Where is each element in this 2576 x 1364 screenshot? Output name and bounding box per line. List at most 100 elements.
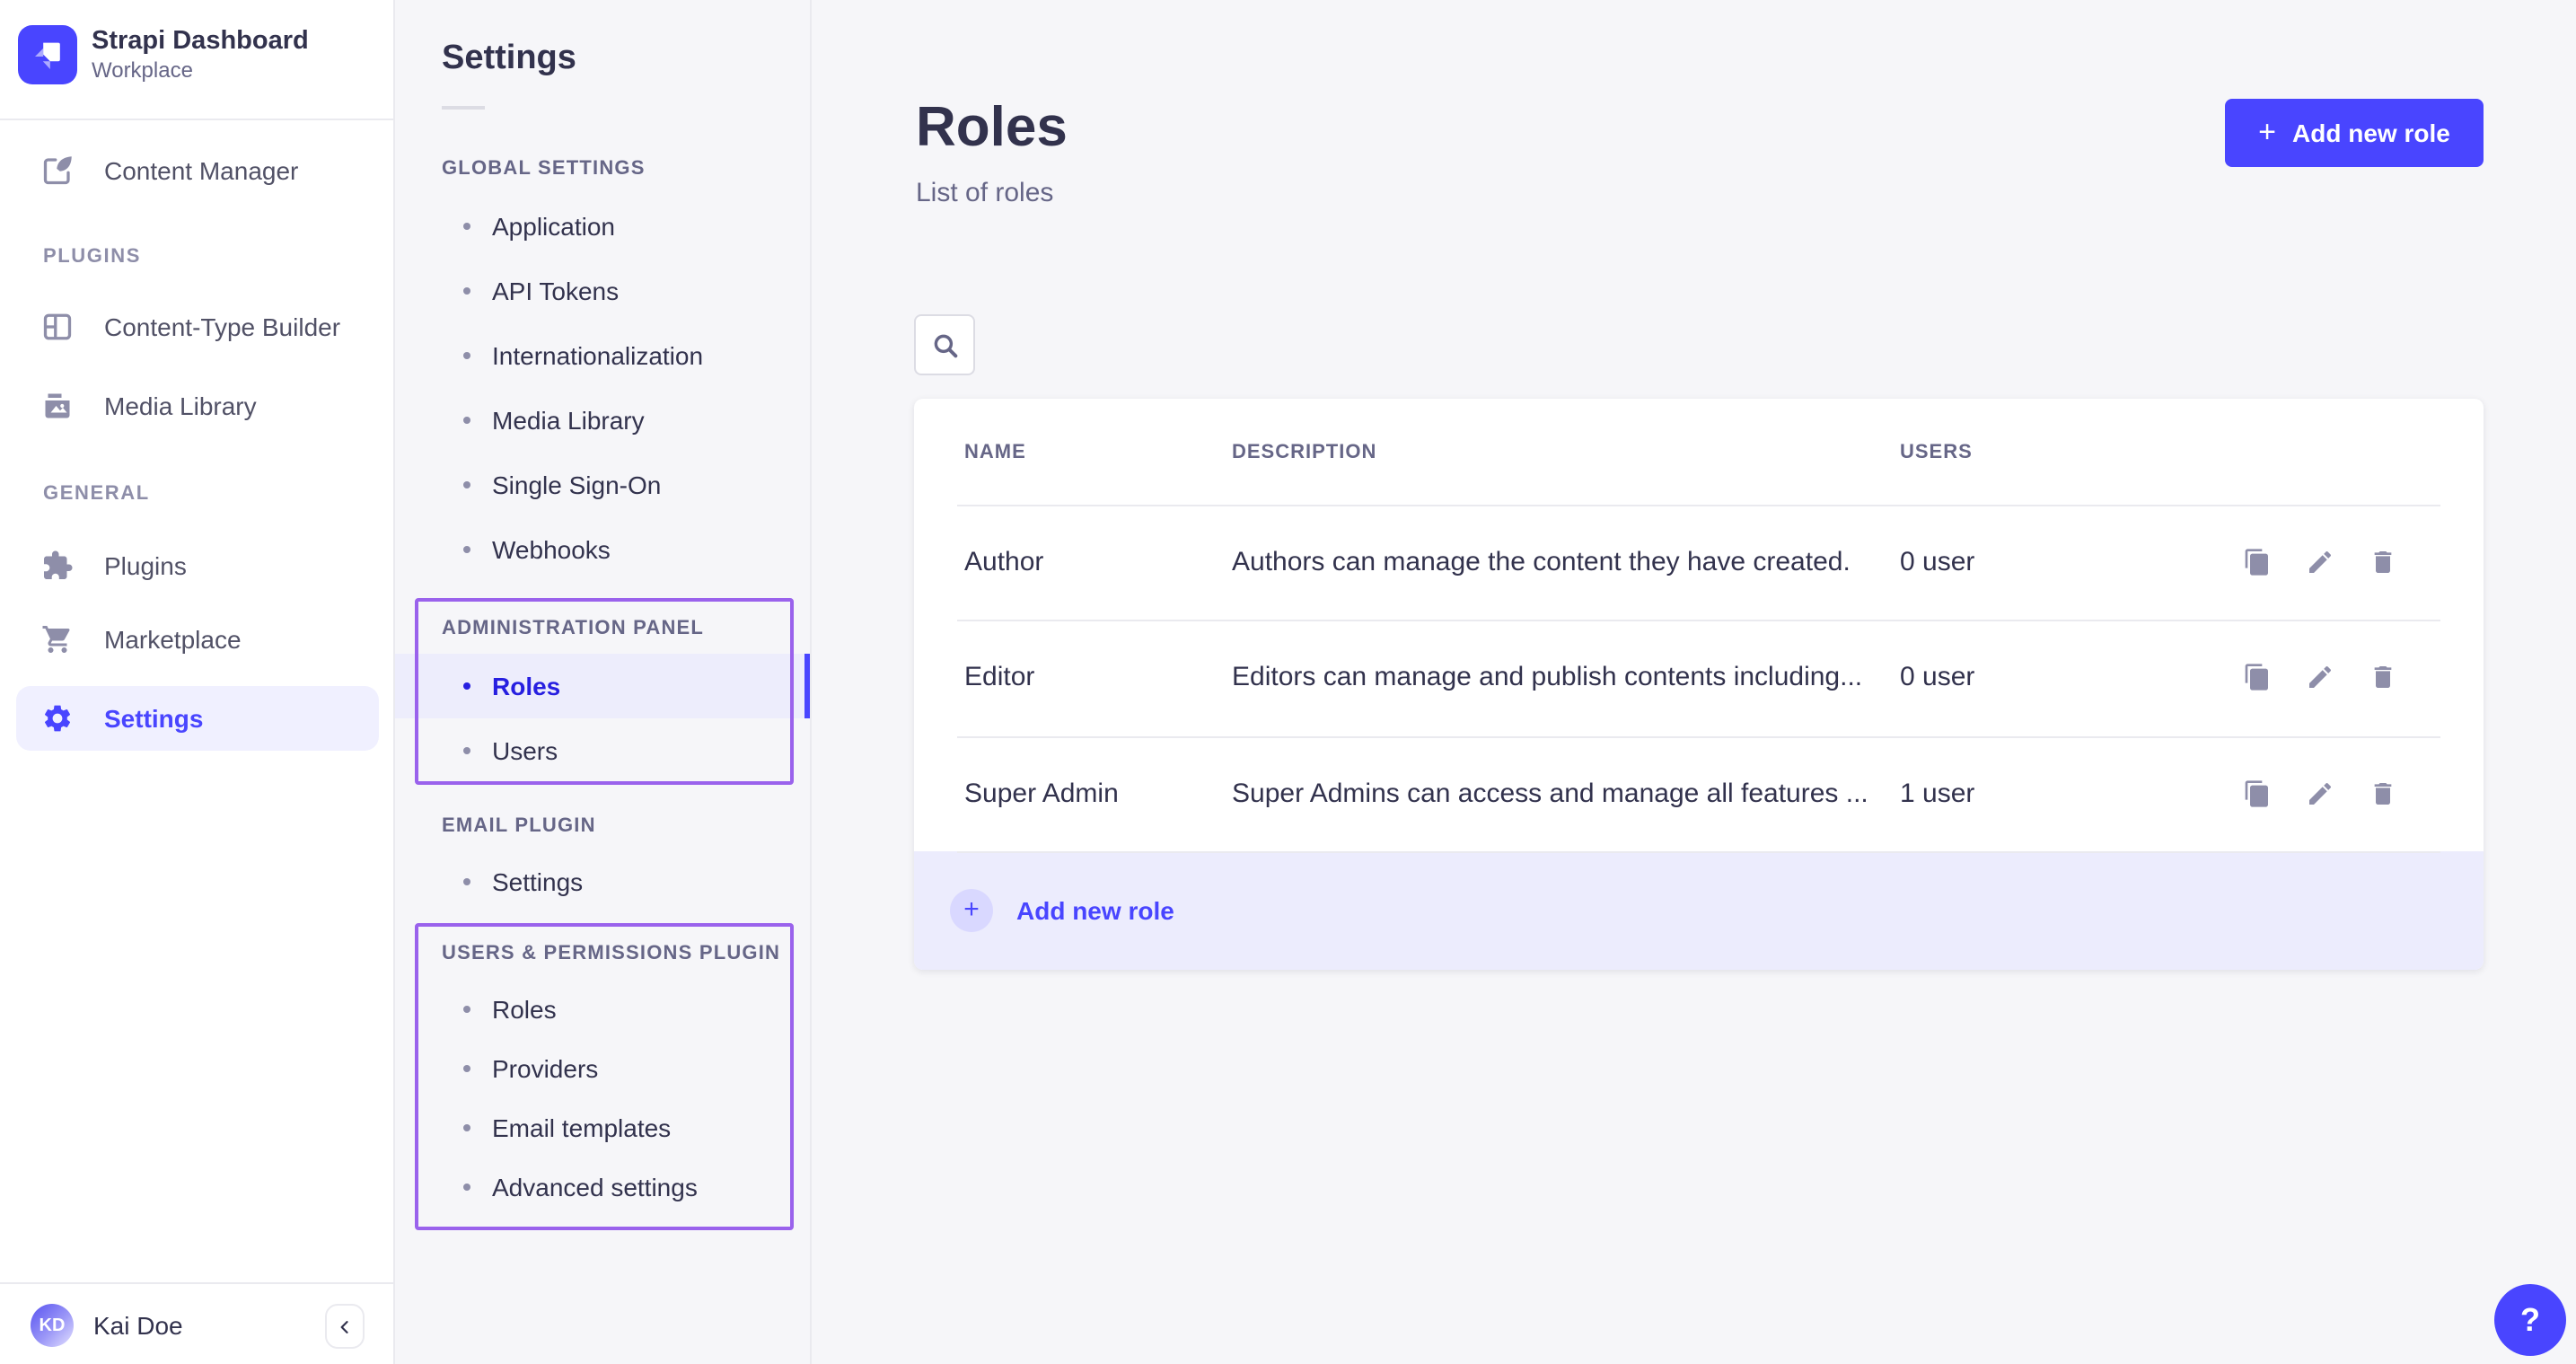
copy-icon bbox=[2243, 664, 2272, 692]
search-icon bbox=[929, 330, 960, 360]
gear-icon bbox=[41, 702, 74, 735]
role-users-count: 0 user bbox=[1900, 547, 1974, 577]
copy-icon bbox=[2243, 779, 2272, 807]
trash-icon bbox=[2369, 664, 2397, 692]
table-row[interactable]: Super Admin Super Admins can access and … bbox=[914, 735, 2484, 851]
collapse-sidebar-button[interactable] bbox=[325, 1304, 365, 1349]
bullet-icon bbox=[463, 546, 470, 553]
bullet-icon bbox=[463, 223, 470, 230]
sidebar-item-label: Media Library bbox=[104, 392, 257, 420]
strapi-logo-icon bbox=[18, 25, 77, 84]
row-actions bbox=[2243, 779, 2397, 807]
bullet-icon bbox=[463, 747, 470, 754]
subnav-item-single-sign-on[interactable]: Single Sign-On bbox=[395, 467, 808, 503]
plus-icon: + bbox=[2258, 114, 2276, 150]
sidebar-item-media-library[interactable]: Media Library bbox=[16, 374, 379, 438]
delete-role-button[interactable] bbox=[2369, 779, 2397, 807]
column-header-description: DESCRIPTION bbox=[1232, 442, 1376, 463]
subnav-item-media-library[interactable]: Media Library bbox=[395, 402, 808, 438]
subnav-group-administration-panel: ADMINISTRATION PANEL bbox=[442, 618, 704, 639]
copy-icon bbox=[2243, 548, 2272, 576]
subnav-item-api-tokens[interactable]: API Tokens bbox=[395, 273, 808, 309]
subnav-item-email-templates[interactable]: Email templates bbox=[395, 1110, 808, 1146]
content-manager-icon bbox=[41, 154, 74, 187]
subnav-item-webhooks[interactable]: Webhooks bbox=[395, 532, 808, 568]
sidebar-item-plugins[interactable]: Plugins bbox=[16, 533, 379, 598]
table-header: NAME DESCRIPTION USERS bbox=[914, 399, 2484, 505]
table-row[interactable]: Editor Editors can manage and publish co… bbox=[914, 620, 2484, 736]
role-description: Super Admins can access and manage all f… bbox=[1232, 778, 1868, 808]
sidebar-item-label: Plugins bbox=[104, 551, 187, 580]
help-button[interactable]: ? bbox=[2494, 1284, 2566, 1356]
pencil-icon bbox=[2306, 548, 2334, 576]
duplicate-role-button[interactable] bbox=[2243, 548, 2272, 576]
subnav-title-rule bbox=[442, 106, 485, 110]
role-description: Editors can manage and publish contents … bbox=[1232, 663, 1862, 693]
column-header-users: USERS bbox=[1900, 442, 1973, 463]
brand-subtitle: Workplace bbox=[92, 57, 309, 84]
add-new-role-row[interactable]: + Add new role bbox=[914, 851, 2484, 970]
brand-title: Strapi Dashboard bbox=[92, 25, 309, 57]
duplicate-role-button[interactable] bbox=[2243, 779, 2272, 807]
role-name: Author bbox=[964, 547, 1043, 577]
search-button[interactable] bbox=[914, 314, 975, 375]
add-new-role-button[interactable]: + Add new role bbox=[2225, 99, 2484, 167]
page-subtitle: List of roles bbox=[916, 178, 1053, 208]
trash-icon bbox=[2369, 548, 2397, 576]
edit-role-button[interactable] bbox=[2306, 548, 2334, 576]
edit-role-button[interactable] bbox=[2306, 779, 2334, 807]
bullet-icon bbox=[463, 1124, 470, 1131]
role-users-count: 0 user bbox=[1900, 663, 1974, 693]
plus-icon: + bbox=[950, 889, 993, 932]
sidebar-section-plugins: PLUGINS bbox=[43, 246, 141, 268]
subnav-item-email-settings[interactable]: Settings bbox=[395, 864, 808, 900]
sidebar-item-marketplace[interactable]: Marketplace bbox=[16, 607, 379, 672]
sidebar-item-label: Content-Type Builder bbox=[104, 312, 340, 341]
puzzle-icon bbox=[41, 550, 74, 582]
subnav-item-providers[interactable]: Providers bbox=[395, 1051, 808, 1087]
sidebar-item-label: Settings bbox=[104, 704, 203, 733]
subnav-item-users[interactable]: Users bbox=[395, 733, 808, 769]
subnav-item-internationalization[interactable]: Internationalization bbox=[395, 338, 808, 374]
user-name: Kai Doe bbox=[93, 1311, 183, 1340]
sidebar-divider bbox=[0, 119, 395, 120]
sidebar-item-content-manager[interactable]: Content Manager bbox=[16, 138, 379, 203]
bullet-icon bbox=[463, 1065, 470, 1072]
edit-role-button[interactable] bbox=[2306, 664, 2334, 692]
workspace-brand[interactable]: Strapi Dashboard Workplace bbox=[18, 25, 309, 84]
subnav-item-roles-active[interactable]: Roles bbox=[395, 654, 808, 718]
delete-role-button[interactable] bbox=[2369, 664, 2397, 692]
layout-icon bbox=[41, 311, 74, 343]
row-actions bbox=[2243, 548, 2397, 576]
subnav-item-application[interactable]: Application bbox=[395, 208, 808, 244]
bullet-icon bbox=[463, 878, 470, 885]
pencil-icon bbox=[2306, 779, 2334, 807]
bullet-icon bbox=[463, 287, 470, 295]
role-description: Authors can manage the content they have… bbox=[1232, 547, 1851, 577]
image-icon bbox=[41, 390, 74, 422]
sidebar-item-content-type-builder[interactable]: Content-Type Builder bbox=[16, 295, 379, 359]
cart-icon bbox=[41, 623, 74, 656]
table-row[interactable]: Author Authors can manage the content th… bbox=[914, 505, 2484, 620]
sidebar-item-settings[interactable]: Settings bbox=[16, 686, 379, 751]
subnav-group-users-permissions: USERS & PERMISSIONS PLUGIN bbox=[442, 943, 780, 964]
role-name: Editor bbox=[964, 663, 1034, 693]
pencil-icon bbox=[2306, 664, 2334, 692]
role-name: Super Admin bbox=[964, 778, 1119, 808]
avatar[interactable]: KD bbox=[31, 1304, 74, 1347]
subnav-group-email-plugin: EMAIL PLUGIN bbox=[442, 815, 596, 837]
bullet-icon bbox=[463, 682, 470, 690]
bullet-icon bbox=[463, 1184, 470, 1191]
sidebar-item-label: Content Manager bbox=[104, 156, 298, 185]
sidebar-section-general: GENERAL bbox=[43, 483, 150, 505]
settings-subnav-title: Settings bbox=[442, 40, 576, 79]
subnav-item-up-roles[interactable]: Roles bbox=[395, 991, 808, 1027]
subnav-item-advanced-settings[interactable]: Advanced settings bbox=[395, 1169, 808, 1205]
delete-role-button[interactable] bbox=[2369, 548, 2397, 576]
chevron-left-icon bbox=[336, 1317, 354, 1335]
subnav-group-global-settings: GLOBAL SETTINGS bbox=[442, 158, 646, 180]
duplicate-role-button[interactable] bbox=[2243, 664, 2272, 692]
trash-icon bbox=[2369, 779, 2397, 807]
bullet-icon bbox=[463, 1006, 470, 1013]
bullet-icon bbox=[463, 352, 470, 359]
